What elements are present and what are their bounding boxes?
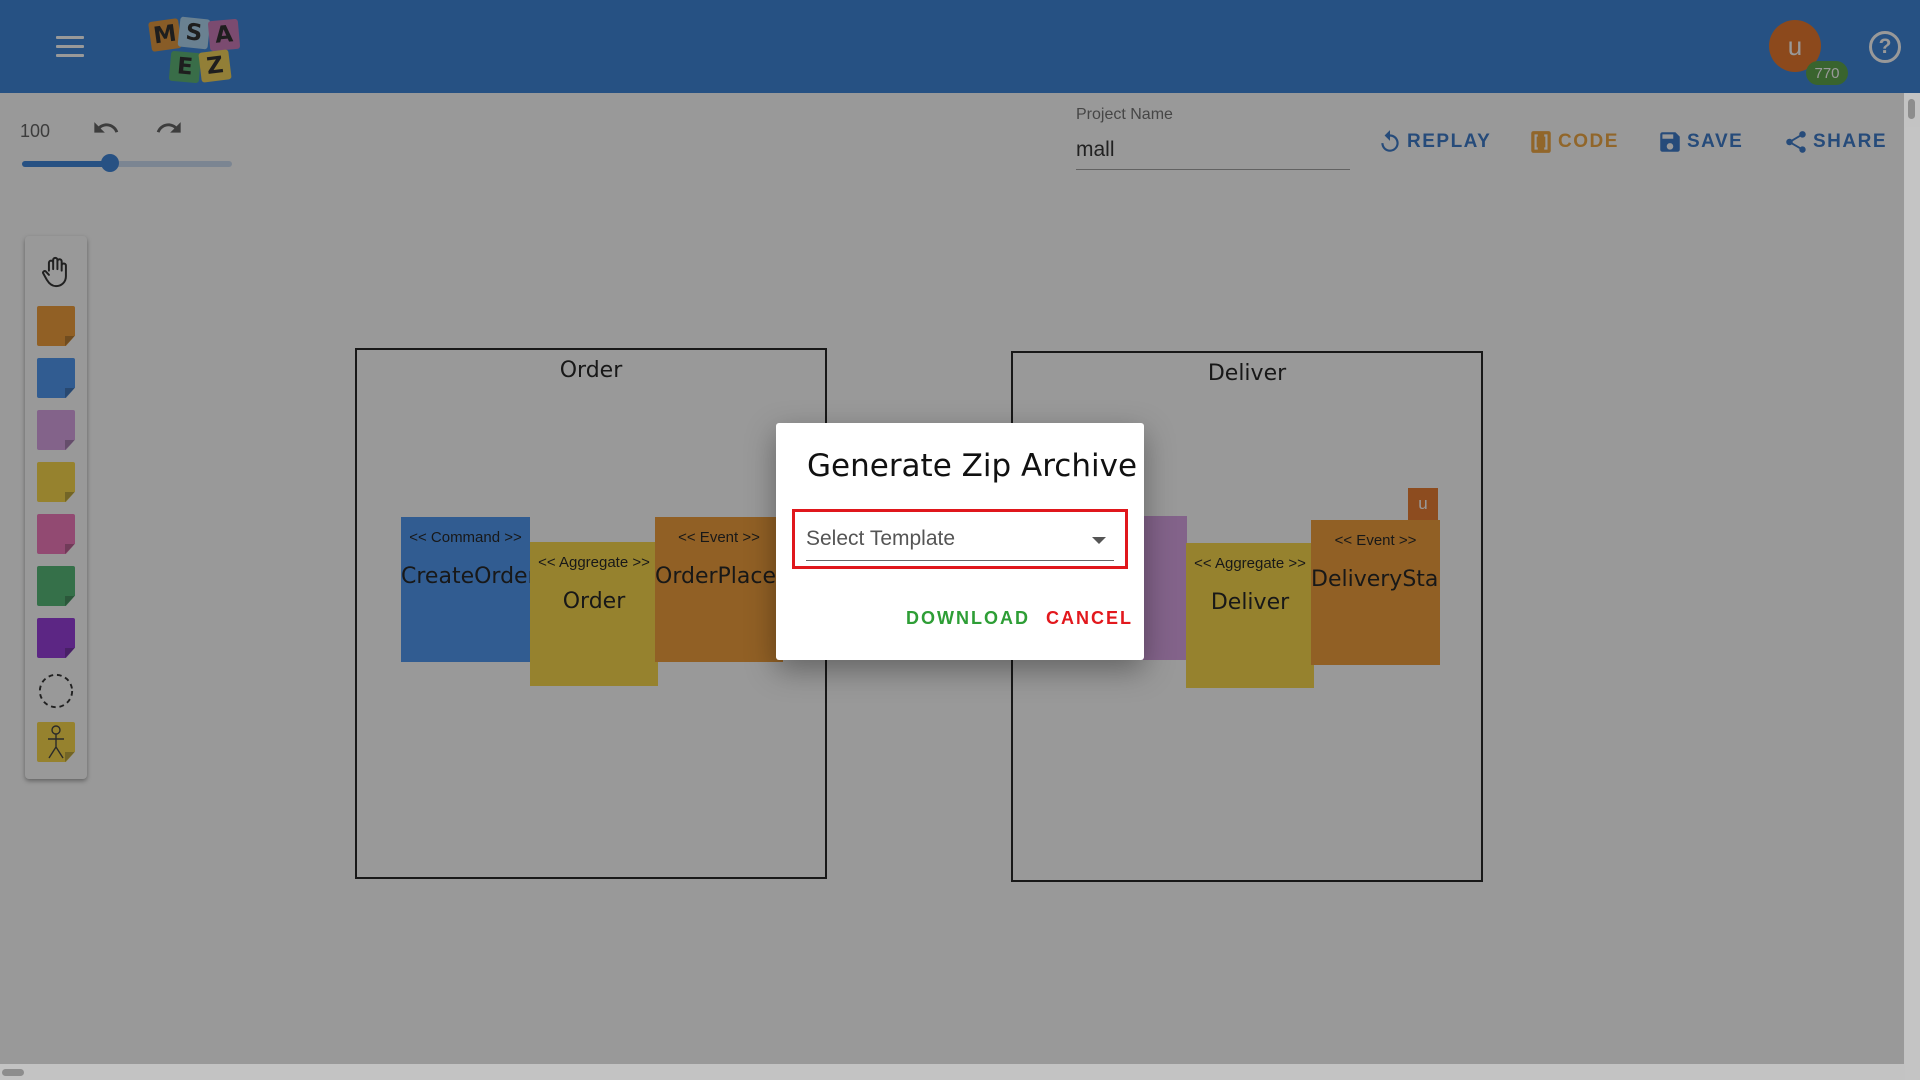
select-template-placeholder: Select Template — [806, 527, 956, 550]
generate-zip-dialog: Generate Zip Archive Select Template DOW… — [776, 423, 1144, 660]
horizontal-scrollbar[interactable] — [0, 1064, 1904, 1080]
download-button[interactable]: DOWNLOAD — [906, 608, 1030, 629]
cancel-button[interactable]: CANCEL — [1046, 608, 1133, 629]
vertical-scrollbar-thumb[interactable] — [1908, 99, 1915, 119]
chevron-down-icon — [1092, 537, 1106, 544]
template-select[interactable]: Select Template — [806, 517, 1114, 561]
horizontal-scrollbar-thumb[interactable] — [2, 1069, 24, 1076]
vertical-scrollbar[interactable] — [1904, 93, 1920, 1080]
dialog-title: Generate Zip Archive — [807, 448, 1138, 484]
